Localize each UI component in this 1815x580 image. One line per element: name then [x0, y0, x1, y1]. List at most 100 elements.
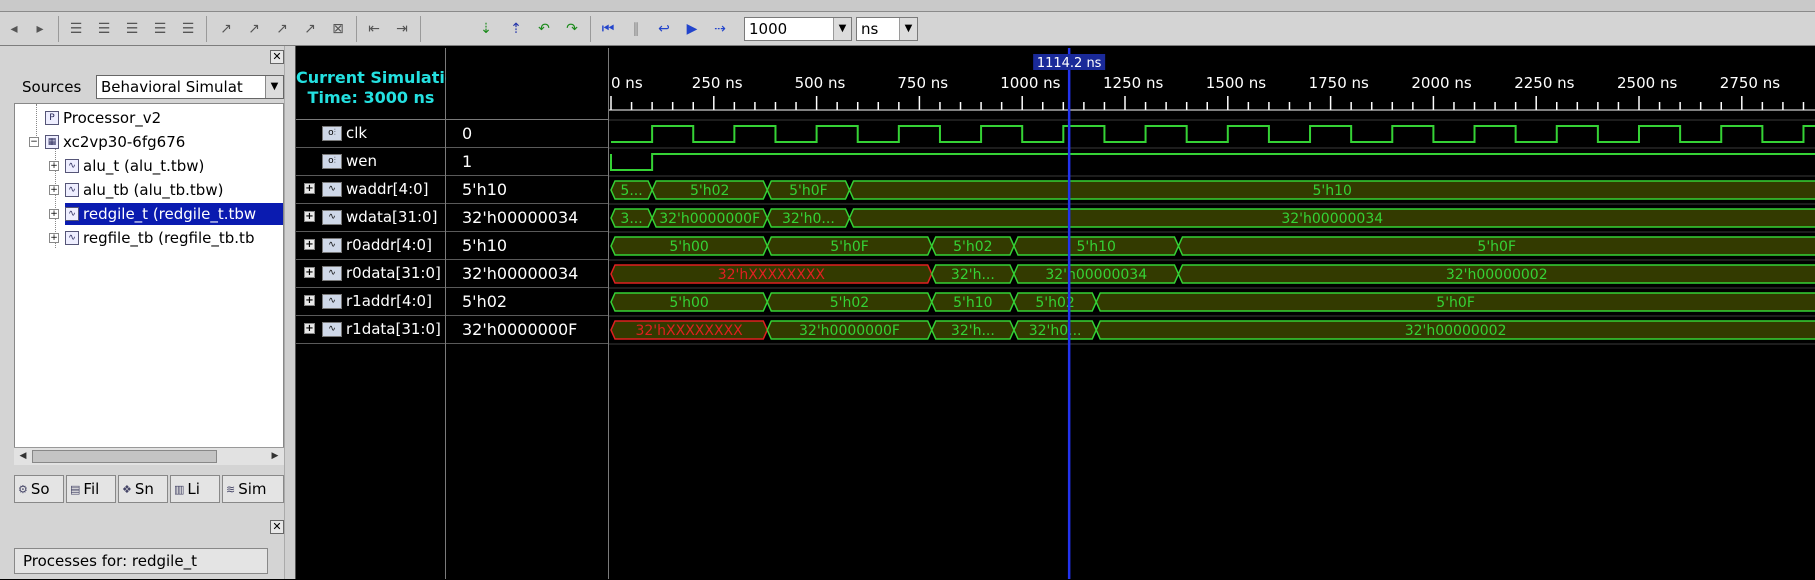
collapse-icon[interactable]: − [29, 137, 39, 147]
align-center-icon[interactable]: ☰ [92, 17, 116, 41]
chevron-down-icon[interactable]: ▼ [833, 18, 851, 40]
marker-prev-icon[interactable]: ↗ [242, 17, 266, 41]
bus-signal-icon: ∿ [322, 210, 342, 225]
waveform-canvas[interactable]: 0 ns 250 ns 500 ns 750 ns 1000 ns 1250 ns 1500… [609, 48, 1815, 579]
align-right-icon[interactable]: ☰ [120, 17, 144, 41]
prev-marker-icon[interactable]: ↶ [532, 17, 556, 41]
bus-segment-label: 32'h... [951, 267, 995, 283]
run-unit-value: ns [861, 20, 879, 38]
scrollbar-thumb[interactable] [32, 450, 217, 463]
expand-icon[interactable]: + [304, 323, 315, 334]
tab-files[interactable]: ▤ Fil [66, 475, 116, 503]
step-forward-icon[interactable]: ▸ [28, 17, 52, 41]
marker-icon[interactable]: ↗ [214, 17, 238, 41]
sources-view-value: Behavioral Simulat [101, 78, 243, 96]
restart-icon[interactable]: ⏮ [596, 17, 620, 41]
scroll-right-icon[interactable]: ▶ [267, 449, 283, 464]
sources-view-combo[interactable]: Behavioral Simulat ▼ [96, 75, 284, 99]
snapshots-tab-icon: ❖ [122, 482, 132, 496]
pause-icon[interactable]: ∥ [624, 17, 648, 41]
run-for-icon[interactable]: ⇢ [708, 17, 732, 41]
signal-name: r1addr[4:0] [346, 292, 432, 310]
tree-item-project[interactable]: P Processor_v2 [45, 107, 161, 129]
expand-icon[interactable]: + [49, 161, 59, 171]
tree-item-regfile-tb[interactable]: ∿ regfile_tb (regfile_tb.tb [65, 227, 254, 249]
step-back-icon[interactable]: ◂ [2, 17, 26, 41]
time-label: 500 ns [795, 74, 846, 92]
signal-value: 32'h00000034 [462, 208, 579, 227]
marker-next-icon[interactable]: ↗ [270, 17, 294, 41]
expand-icon[interactable]: + [304, 183, 315, 194]
expand-icon[interactable]: + [304, 239, 315, 250]
marker-clear-icon[interactable]: ⊠ [326, 17, 350, 41]
bus-segment-label: 5'h0F [1477, 239, 1516, 255]
signal-row-r0addr[interactable]: + ∿ r0addr[4:0] [296, 232, 445, 260]
marker-move-icon[interactable]: ↗ [298, 17, 322, 41]
expand-icon[interactable]: + [49, 233, 59, 243]
run-icon[interactable]: ▶ [680, 17, 704, 41]
bus-segment-label: 32'h0... [782, 211, 835, 227]
bus-signal-icon: ∿ [322, 294, 342, 309]
signal-value: 32'h0000000F [462, 320, 578, 339]
tree-horizontal-scrollbar[interactable]: ◀ ▶ [14, 447, 284, 465]
signal-value: 32'h00000034 [462, 264, 579, 283]
tab-simulation[interactable]: ≋ Sim [222, 475, 284, 503]
time-label: 250 ns [692, 74, 743, 92]
indent-icon[interactable]: ☰ [176, 17, 200, 41]
close-icon[interactable]: ✕ [270, 50, 284, 64]
expand-icon[interactable]: + [49, 209, 59, 219]
bit-signal-icon: o⫶ [322, 154, 342, 169]
next-marker-icon[interactable]: ↷ [560, 17, 584, 41]
bus-signal-icon: ∿ [322, 266, 342, 281]
tree-item-redgile-t[interactable]: ∿ redgile_t (redgile_t.tbw [65, 203, 283, 225]
signal-row-r0data[interactable]: + ∿ r0data[31:0] [296, 260, 445, 288]
left-pane: ✕ Sources Behavioral Simulat ▼ P Process… [0, 46, 296, 579]
waveform-area[interactable]: 0 ns 250 ns 500 ns 750 ns 1000 ns 1250 ns 1500… [609, 48, 1815, 579]
chip-icon: ▦ [45, 135, 59, 149]
chevron-down-icon[interactable]: ▼ [899, 18, 917, 40]
expand-icon[interactable]: + [304, 211, 315, 222]
bus-segment-label: 5'h10 [1313, 183, 1352, 199]
tree-item-alu-tb[interactable]: ∿ alu_tb (alu_tb.tbw) [65, 179, 223, 201]
signal-value: 5'h10 [462, 236, 508, 255]
tab-libraries[interactable]: ▥ Li [170, 475, 220, 503]
run-time-combo[interactable]: 1000 ▼ [744, 17, 852, 41]
pane-splitter[interactable] [284, 46, 296, 579]
add-marker-icon[interactable]: ⇣ [474, 17, 498, 41]
align-left-icon[interactable]: ☰ [64, 17, 88, 41]
signal-name: r0data[31:0] [346, 264, 441, 282]
bus-segment-label: 32'hXXXXXXXX [718, 267, 826, 283]
tree-item-alu-t[interactable]: ∿ alu_t (alu_t.tbw) [65, 155, 204, 177]
current-simulation-time-header: Current Simulatio Time: 3000 ns [296, 48, 446, 120]
toolbar-separator [206, 16, 207, 42]
run-to-icon[interactable]: ↩ [652, 17, 676, 41]
zoom-fit-icon[interactable]: ⇤ [362, 17, 386, 41]
waveform-toolbar: ◂ ▸ ☰ ☰ ☰ ☰ ☰ ↗ ↗ ↗ ↗ ⊠ ⇤ ⇥ ⇣ ⇡ ↶ ↷ ⏮ ∥ … [0, 12, 1815, 46]
signal-row-r1data[interactable]: + ∿ r1data[31:0] [296, 316, 445, 344]
signal-row-clk[interactable]: o⫶ clk [296, 120, 445, 148]
expand-icon[interactable]: + [304, 295, 315, 306]
tree-item-label: alu_t (alu_t.tbw) [83, 157, 205, 175]
toolbar-separator [420, 16, 421, 42]
tab-sources[interactable]: ⚙ So [14, 475, 64, 503]
tab-snapshots[interactable]: ❖ Sn [118, 475, 168, 503]
align-justify-icon[interactable]: ☰ [148, 17, 172, 41]
processes-title: Processes for: redgile_t [14, 548, 268, 574]
expand-icon[interactable]: + [49, 185, 59, 195]
bus-segment-label: 32'h0000000F [659, 211, 760, 227]
run-unit-combo[interactable]: ns ▼ [856, 17, 918, 41]
signal-row-wdata[interactable]: + ∿ wdata[31:0] [296, 204, 445, 232]
expand-icon[interactable]: + [304, 267, 315, 278]
tree-item-device[interactable]: ▦ xc2vp30-6fg676 [45, 131, 185, 153]
chevron-down-icon[interactable]: ▼ [265, 76, 283, 98]
bus-segment-label: 32'h00000002 [1446, 267, 1548, 283]
header-line-1: Current Simulatio [296, 68, 446, 87]
close-icon[interactable]: ✕ [270, 520, 284, 534]
zoom-full-icon[interactable]: ⇥ [390, 17, 414, 41]
signal-row-wen[interactable]: o⫶ wen [296, 148, 445, 176]
scroll-left-icon[interactable]: ◀ [15, 449, 31, 464]
goto-marker-icon[interactable]: ⇡ [504, 17, 528, 41]
sources-tree: P Processor_v2 − ▦ xc2vp30-6fg676 + ∿ al… [14, 103, 284, 457]
signal-row-r1addr[interactable]: + ∿ r1addr[4:0] [296, 288, 445, 316]
signal-row-waddr[interactable]: + ∿ waddr[4:0] [296, 176, 445, 204]
